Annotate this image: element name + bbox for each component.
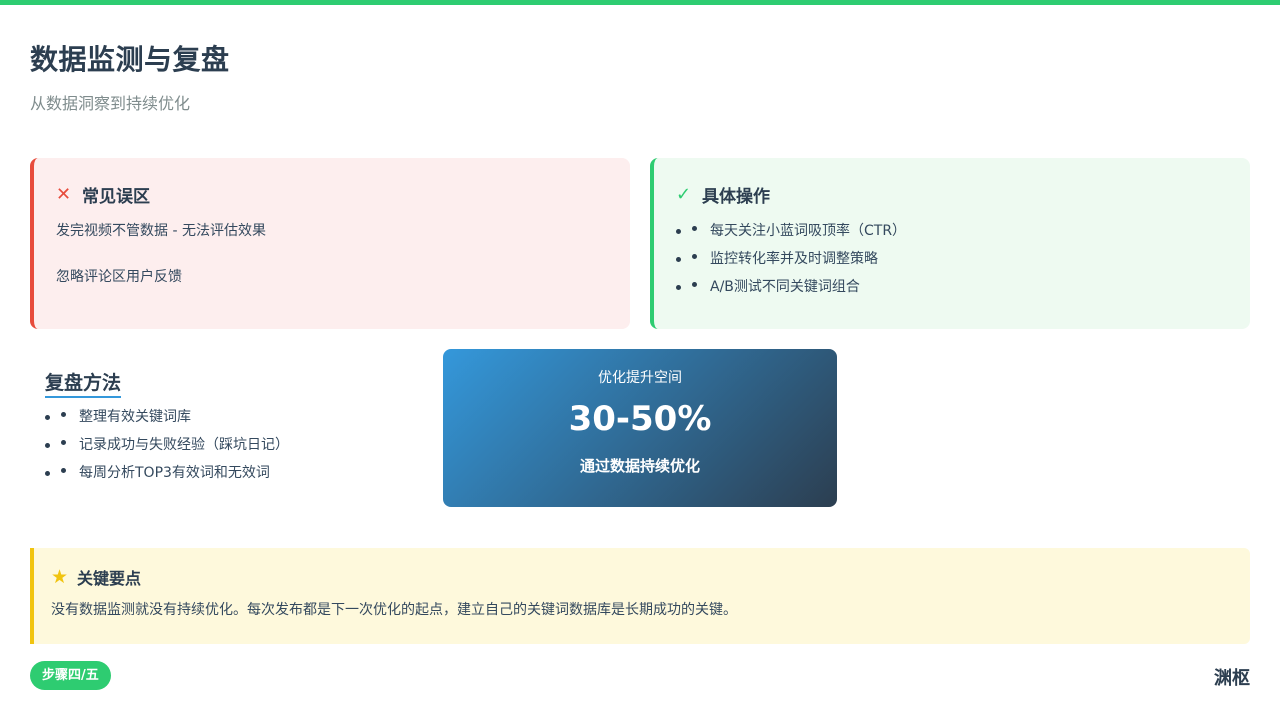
top-accent-bar [0, 0, 1280, 5]
check-icon: ✓ [676, 183, 692, 205]
step-badge: 步骤四/五 [30, 661, 111, 690]
actions-list: 每天关注小蓝词吸顶率（CTR） 监控转化率并及时调整策略 A/B测试不同关键词组… [676, 222, 1228, 306]
list-item: 记录成功与失败经验（踩坑日记） [45, 436, 425, 464]
key-point-header: ★ 关键要点 [51, 566, 1250, 588]
close-icon: ✕ [56, 183, 72, 205]
brand-logo: 渊枢 [1214, 668, 1250, 689]
list-item-text: A/B测试不同关键词组合 [710, 279, 860, 295]
actions-card-title: 具体操作 [702, 186, 770, 207]
bullet-icon [45, 464, 79, 476]
review-list: 整理有效关键词库 记录成功与失败经验（踩坑日记） 每周分析TOP3有效词和无效词 [45, 408, 425, 492]
star-icon: ★ [51, 566, 69, 588]
bullet-icon [676, 250, 710, 262]
actions-card-header: ✓ 具体操作 [676, 182, 1228, 207]
mistakes-list: 发完视频不管数据 - 无法评估效果 忽略评论区用户反馈 [56, 222, 608, 286]
actions-card: ✓ 具体操作 每天关注小蓝词吸顶率（CTR） 监控转化率并及时调整策略 A/B测… [650, 158, 1250, 329]
list-item: 每天关注小蓝词吸顶率（CTR） [676, 222, 1228, 250]
mistakes-card-header: ✕ 常见误区 [56, 182, 608, 207]
list-item-text: 监控转化率并及时调整策略 [710, 251, 878, 267]
key-point-box: ★ 关键要点 没有数据监测就没有持续优化。每次发布都是下一次优化的起点，建立自己… [30, 548, 1250, 644]
list-item-text: 每天关注小蓝词吸顶率（CTR） [710, 223, 907, 239]
list-item-text: 整理有效关键词库 [79, 409, 191, 425]
list-item: 发完视频不管数据 - 无法评估效果 [56, 223, 266, 239]
metric-value: 30-50% [568, 399, 712, 439]
metric-card: 优化提升空间 30-50% 通过数据持续优化 [443, 349, 837, 507]
bullet-icon [45, 436, 79, 448]
list-item-text: 每周分析TOP3有效词和无效词 [79, 465, 270, 481]
page-subtitle: 从数据洞察到持续优化 [30, 94, 191, 113]
list-item-text: 记录成功与失败经验（踩坑日记） [79, 437, 289, 453]
list-item: 整理有效关键词库 [45, 408, 425, 436]
bullet-icon [676, 222, 710, 234]
key-point-title: 关键要点 [77, 569, 142, 588]
mistakes-card: ✕ 常见误区 发完视频不管数据 - 无法评估效果 忽略评论区用户反馈 [30, 158, 630, 329]
key-point-text: 没有数据监测就没有持续优化。每次发布都是下一次优化的起点，建立自己的关键词数据库… [51, 602, 737, 618]
list-item: 每周分析TOP3有效词和无效词 [45, 464, 425, 492]
metric-label: 优化提升空间 [598, 370, 682, 386]
list-item: 监控转化率并及时调整策略 [676, 250, 1228, 278]
bullet-icon [676, 278, 710, 290]
review-title: 复盘方法 [45, 368, 122, 398]
bullet-icon [45, 408, 79, 420]
list-item: 忽略评论区用户反馈 [56, 269, 182, 285]
list-item: A/B测试不同关键词组合 [676, 278, 1228, 306]
page-title: 数据监测与复盘 [30, 43, 230, 76]
review-section: 复盘方法 整理有效关键词库 记录成功与失败经验（踩坑日记） 每周分析TOP3有效… [45, 368, 425, 492]
metric-description: 通过数据持续优化 [579, 457, 700, 475]
mistakes-card-title: 常见误区 [82, 186, 150, 207]
